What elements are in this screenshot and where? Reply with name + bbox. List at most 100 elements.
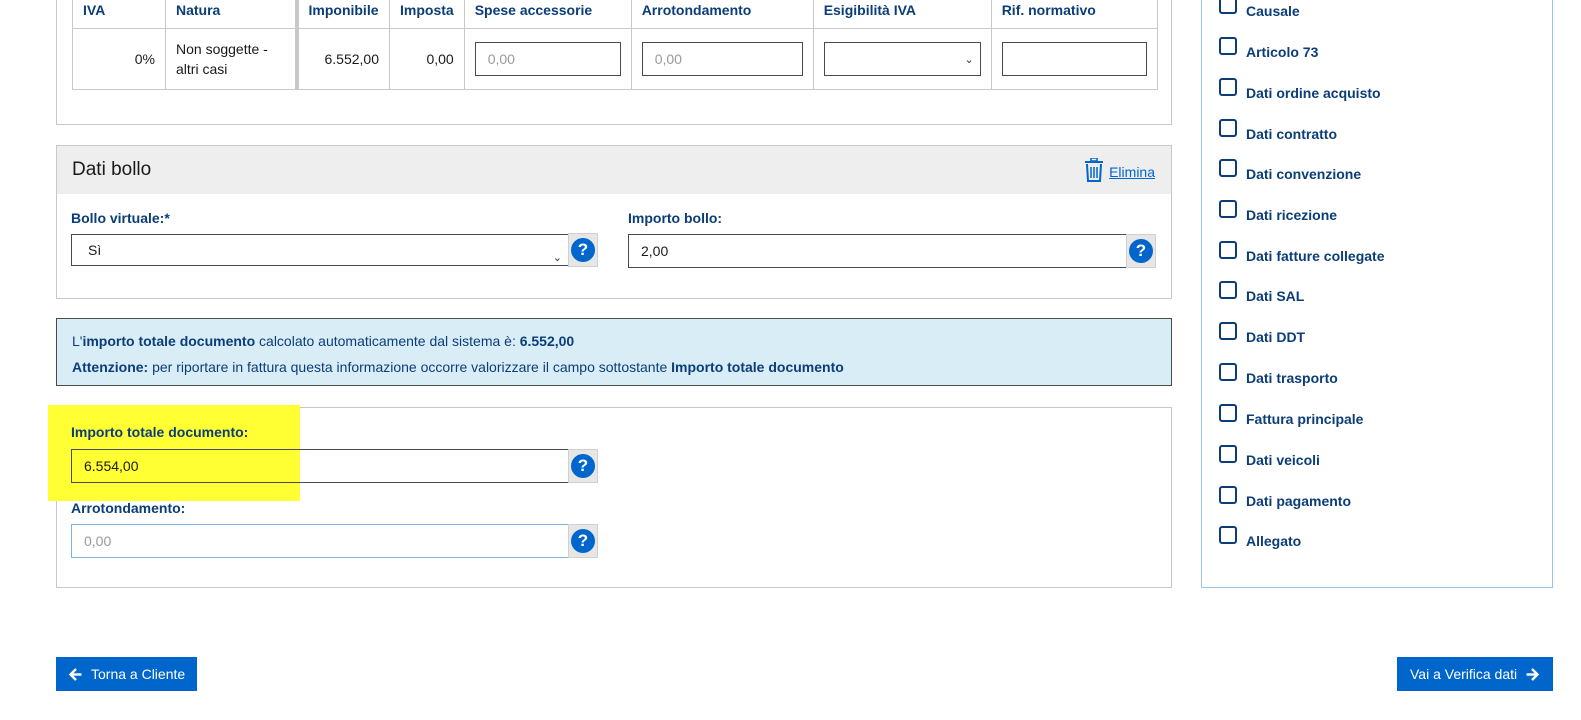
arrotondamento-cell: 0,00 [630,28,814,90]
spese-cell: 0,00 [463,28,632,90]
sidebar-item-label: Fattura principale [1246,411,1364,427]
info-banner: L'importo totale documento calcolato aut… [56,318,1172,386]
checkbox[interactable] [1219,0,1237,14]
imponibile-cell: 6.552,00 [294,28,390,90]
sidebar-item-label: Dati ricezione [1246,207,1338,223]
col-header-arrotondamento: Arrotondamento [630,0,814,29]
back-button[interactable]: Torna a Cliente [56,657,197,691]
dati-bollo-panel: Dati bollo Elimina [56,145,1172,299]
sidebar-item-dati-convenzione[interactable]: Dati convenzione [1219,159,1362,182]
checkbox[interactable] [1219,322,1237,340]
sidebar-item-dati-veicoli[interactable]: Dati veicoli [1219,445,1320,468]
arrotondamento-input[interactable]: 0,00 [71,524,569,558]
checkbox[interactable] [1219,200,1237,218]
iva-cell: 0% [72,28,166,90]
checkbox[interactable] [1219,445,1237,463]
sidebar-item-dati-ordine-acquisto[interactable]: Dati ordine acquisto [1219,78,1381,101]
col-header-rif-normativo: Rif. normativo [990,0,1158,29]
trash-icon [1083,157,1105,185]
info-text-bold: Importo totale documento [671,359,844,375]
sidebar-item-allegato[interactable]: Allegato [1219,526,1302,549]
checkbox[interactable] [1219,363,1237,381]
sidebar-item-label: Dati ordine acquisto [1246,85,1381,101]
sidebar-item-label: Dati DDT [1246,329,1306,345]
checkbox[interactable] [1219,119,1237,137]
sidebar-item-causale[interactable]: Causale [1219,0,1300,19]
next-button[interactable]: Vai a Verifica dati [1397,657,1553,691]
arrow-right-icon [1526,667,1540,681]
checkbox[interactable] [1219,241,1237,259]
arrotondamento-help-button[interactable]: ? [568,524,598,558]
importo-bollo-help-button[interactable]: ? [1126,234,1156,268]
info-total-value: 6.552,00 [519,333,575,349]
checkbox[interactable] [1219,37,1237,55]
arrow-left-icon [69,667,82,681]
natura-cell: Non soggette - altri casi [165,28,297,90]
col-header-iva: IVA [72,0,166,29]
sidebar-item-label: Dati trasporto [1246,370,1338,386]
rif-normativo-input[interactable] [1001,42,1147,76]
checkbox[interactable] [1219,486,1237,504]
table-row: 0% Non soggette - altri casi 6.552,00 0,… [72,28,1158,90]
importo-bollo-label: Importo bollo: [628,210,723,226]
bollo-virtuale-select[interactable]: Sì ⌄ [71,234,569,266]
info-line-2: Attenzione: per riportare in fattura que… [72,359,844,375]
sidebar-item-dati-sal[interactable]: Dati SAL [1219,281,1304,304]
spese-accessorie-input[interactable]: 0,00 [474,42,621,76]
help-icon: ? [571,529,595,553]
info-warning-label: Attenzione: [72,359,149,375]
dati-bollo-header: Dati bollo Elimina [57,146,1171,194]
help-icon: ? [571,454,595,478]
chevron-down-icon: ⌄ [552,252,562,264]
bollo-virtuale-value: Sì [88,242,102,258]
checkbox[interactable] [1219,281,1237,299]
bollo-virtuale-help-button[interactable]: ? [568,233,598,267]
checkbox[interactable] [1219,159,1237,177]
sidebar-item-label: Dati pagamento [1246,493,1352,509]
sidebar-item-dati-ricezione[interactable]: Dati ricezione [1219,200,1338,223]
imposta-cell: 0,00 [389,28,465,90]
col-header-spese: Spese accessorie [463,0,632,29]
checkbox[interactable] [1219,526,1237,544]
back-button-label: Torna a Cliente [91,666,186,682]
elimina-label: Elimina [1109,163,1155,180]
help-icon: ? [1129,239,1153,263]
arrotondamento-label: Arrotondamento: [71,500,186,516]
info-text: per riportare in fattura questa informaz… [148,359,672,375]
importo-bollo-input[interactable]: 2,00 [628,234,1127,268]
sidebar-item-dati-contratto[interactable]: Dati contratto [1219,119,1337,142]
sidebar-item-label: Dati contratto [1246,126,1337,142]
info-text-bold: importo totale documento [82,333,256,349]
sidebar-item-dati-fatture-collegate[interactable]: Dati fatture collegate [1219,241,1385,264]
riepilogo-table: IVA Natura Imponibile Imposta Spese acce… [72,0,1158,90]
sidebar-item-label: Causale [1246,3,1300,19]
info-text: L' [72,333,83,349]
sidebar-item-dati-ddt[interactable]: Dati DDT [1219,322,1306,345]
sidebar-item-label: Allegato [1246,533,1302,549]
esigibilita-select[interactable]: ⌄ [823,42,981,76]
sidebar-item-articolo-73[interactable]: Articolo 73 [1219,37,1319,60]
bollo-virtuale-label: Bollo virtuale:* [71,210,170,226]
info-text: calcolato automaticamente dal sistema è: [255,333,520,349]
sidebar-item-label: Articolo 73 [1246,44,1319,60]
checkbox[interactable] [1219,78,1237,96]
checkbox[interactable] [1219,404,1237,422]
rif-normativo-cell [990,28,1158,90]
next-button-label: Vai a Verifica dati [1410,666,1518,682]
sidebar-item-label: Dati fatture collegate [1246,248,1385,264]
importo-totale-input[interactable]: 6.554,00 [71,449,569,483]
sidebar-item-label: Dati veicoli [1246,452,1320,468]
col-header-natura: Natura [165,0,297,29]
importo-totale-help-button[interactable]: ? [568,449,598,483]
elimina-bollo-link[interactable]: Elimina [1083,157,1155,185]
esigibilita-cell: ⌄ [812,28,992,90]
riepilogo-header-row: IVA Natura Imponibile Imposta Spese acce… [72,0,1158,29]
sidebar-item-dati-trasporto[interactable]: Dati trasporto [1219,363,1338,386]
sidebar-item-dati-pagamento[interactable]: Dati pagamento [1219,486,1352,509]
col-header-esigibilita: Esigibilità IVA [812,0,992,29]
sidebar-item-label: Dati convenzione [1246,166,1362,182]
arrotondamento-row-input[interactable]: 0,00 [641,42,803,76]
sidebar-item-fattura-principale[interactable]: Fattura principale [1219,404,1364,427]
info-line-1: L'importo totale documento calcolato aut… [72,333,574,349]
help-icon: ? [571,238,595,262]
